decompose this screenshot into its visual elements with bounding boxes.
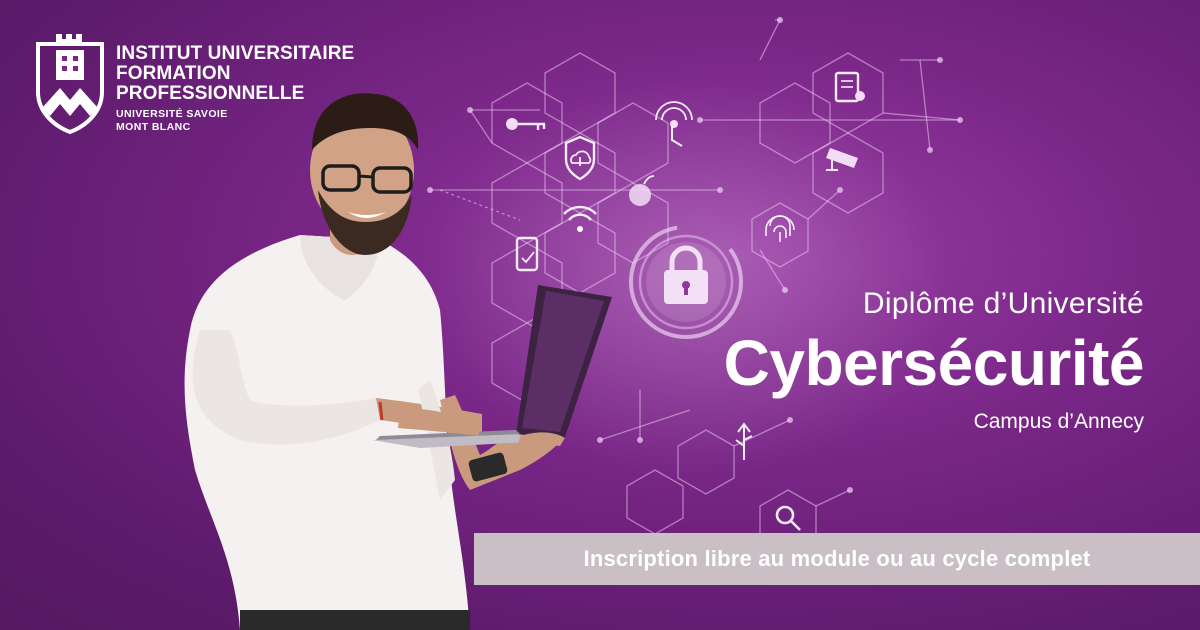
logo-sub-line-2: MONT BLANC: [116, 120, 191, 133]
campus-label: Campus d’Annecy: [973, 410, 1144, 433]
logo-sub-line-1: UNIVERSITÉ SAVOIE: [116, 108, 228, 120]
headline-block: Diplôme d’Université Cybersécurité Campu…: [723, 284, 1145, 436]
logo-line-1: INSTITUT UNIVERSITAIRE: [116, 43, 355, 64]
logo-line-2: FORMATION: [116, 63, 231, 84]
registration-banner[interactable]: Inscription libre au module ou au cycle …: [474, 533, 1200, 585]
hero-banner: INSTITUT UNIVERSITAIRE FORMATION PROFESS…: [0, 0, 1200, 630]
diploma-kicker: Diplôme d’Université: [862, 287, 1144, 320]
program-title: Cybersécurité: [723, 327, 1145, 399]
logo-wordmark: INSTITUT UNIVERSITAIRE FORMATION PROFESS…: [116, 44, 354, 133]
castle-mountain-shield-icon: [36, 34, 104, 134]
iufp-logo[interactable]: INSTITUT UNIVERSITAIRE FORMATION PROFESS…: [34, 30, 364, 140]
registration-banner-text: Inscription libre au module ou au cycle …: [583, 546, 1091, 571]
logo-line-3: PROFESSIONNELLE: [116, 83, 305, 104]
